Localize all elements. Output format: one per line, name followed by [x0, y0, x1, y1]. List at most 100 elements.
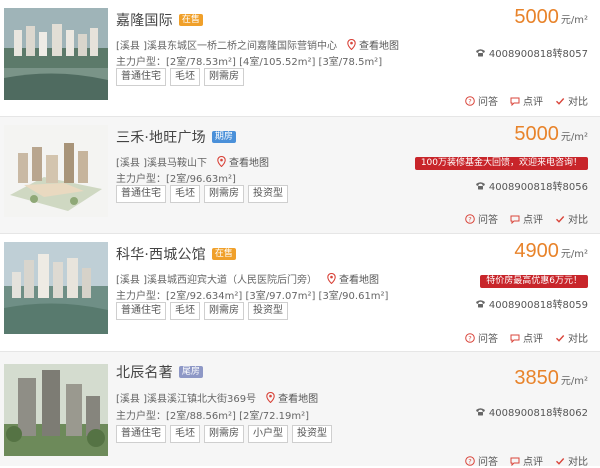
question-icon: ? [465, 213, 475, 224]
view-map-label: 查看地图 [338, 275, 379, 286]
listing-card: 北辰名著 尾房 [溪县 ]溪县溪江镇北大街369号 查看地图 主力户型：[2室/… [0, 352, 600, 468]
compare-button[interactable]: 对比 [555, 211, 588, 226]
tag: 小户型 [248, 425, 288, 443]
tag: 普通住宅 [116, 302, 166, 320]
price-value: 5000 [514, 123, 559, 145]
compare-button[interactable]: 对比 [555, 93, 588, 108]
ask-button[interactable]: ? 问答 [465, 330, 498, 345]
property-address: [溪县 ]溪县马鞍山下 [116, 158, 207, 169]
main-unit-types: 主力户型：[2室/96.63m²] [116, 174, 236, 185]
check-icon [556, 215, 565, 223]
property-photo[interactable] [4, 242, 108, 334]
map-pin-icon [217, 156, 226, 167]
ask-button[interactable]: ? 问答 [465, 211, 498, 226]
property-address: [溪县 ]溪县城西迎宾大道（人民医院后门旁） [116, 275, 317, 286]
view-map-link[interactable]: 查看地图 [347, 37, 399, 52]
phone-contact[interactable]: 4008900818转8059 [475, 296, 588, 311]
property-address: [溪县 ]溪县东城区一桥二桥之间嘉隆国际营销中心 [116, 41, 337, 52]
status-badge: 尾房 [178, 366, 203, 378]
phone-contact[interactable]: 4008900818转8056 [475, 178, 588, 193]
review-button[interactable]: 点评 [510, 330, 543, 345]
ask-label: 问答 [478, 97, 498, 108]
phone-icon [475, 300, 485, 308]
tag: 毛坯 [170, 68, 200, 86]
main-unit-types: 主力户型：[2室/92.634m²] [3室/97.07m²] [3室/90.6… [116, 291, 389, 302]
question-icon: ? [465, 332, 475, 343]
ask-button[interactable]: ? 问答 [465, 93, 498, 108]
phone-number: 4008900818转8056 [488, 182, 588, 193]
promo-banner[interactable]: 100万装修基金大回馈，欢迎来电咨询！ [414, 157, 588, 170]
view-map-link[interactable]: 查看地图 [217, 154, 269, 169]
compare-label: 对比 [568, 215, 588, 226]
price-unit: 元/m² [560, 15, 588, 26]
review-button[interactable]: 点评 [510, 211, 543, 226]
price-value: 4900 [514, 240, 559, 262]
main-unit-types: 主力户型：[2室/78.53m²] [4室/105.52m²] [3室/78.5… [116, 57, 383, 68]
phone-icon [475, 49, 485, 57]
tag: 普通住宅 [116, 425, 166, 443]
phone-contact[interactable]: 4008900818转8057 [475, 45, 588, 60]
price-unit: 元/m² [560, 249, 588, 260]
tag: 投资型 [292, 425, 332, 443]
listing-card: 嘉隆国际 在售 [溪县 ]溪县东城区一桥二桥之间嘉隆国际营销中心 查看地图 主力… [0, 0, 600, 116]
svg-text:?: ? [468, 457, 471, 465]
compare-label: 对比 [568, 334, 588, 345]
phone-icon [475, 408, 485, 416]
listing-card: 科华·西城公馆 在售 [溪县 ]溪县城西迎宾大道（人民医院后门旁） 查看地图 主… [0, 234, 600, 350]
review-label: 点评 [523, 215, 543, 226]
listing-card: 三禾·地旺广场 期房 [溪县 ]溪县马鞍山下 查看地图 主力户型：[2室/96.… [0, 117, 600, 233]
check-icon [556, 97, 565, 105]
property-title[interactable]: 三禾·地旺广场 [116, 127, 206, 147]
tag: 普通住宅 [116, 68, 166, 86]
tag: 刚需房 [204, 68, 244, 86]
tag: 毛坯 [170, 425, 200, 443]
review-button[interactable]: 点评 [510, 93, 543, 108]
tag-list: 普通住宅 毛坯 刚需房 小户型 投资型 [116, 425, 332, 443]
promo-banner[interactable]: 特价房最高优惠6万元！ [480, 275, 588, 288]
compare-label: 对比 [568, 97, 588, 108]
tag: 刚需房 [204, 302, 244, 320]
svg-text:?: ? [468, 215, 471, 223]
tag: 刚需房 [204, 425, 244, 443]
phone-number: 4008900818转8059 [488, 300, 588, 311]
ask-label: 问答 [478, 334, 498, 345]
tag: 普通住宅 [116, 185, 166, 203]
property-title[interactable]: 科华·西城公馆 [116, 244, 206, 264]
view-map-label: 查看地图 [228, 158, 269, 169]
comment-icon [510, 97, 520, 106]
status-badge: 期房 [211, 131, 236, 143]
tag: 毛坯 [170, 185, 200, 203]
question-icon: ? [465, 95, 475, 106]
compare-button[interactable]: 对比 [555, 330, 588, 345]
tag-list: 普通住宅 毛坯 刚需房 [116, 68, 244, 86]
check-icon [556, 457, 565, 465]
tag: 投资型 [248, 185, 288, 203]
property-photo[interactable] [4, 125, 108, 217]
property-photo[interactable] [4, 364, 108, 456]
property-title[interactable]: 嘉隆国际 [116, 10, 173, 30]
ask-label: 问答 [478, 215, 498, 226]
map-pin-icon [327, 273, 336, 284]
price-value: 5000 [514, 6, 559, 28]
review-label: 点评 [523, 334, 543, 345]
main-unit-types: 主力户型：[2室/88.56m²] [2室/72.19m²] [116, 411, 310, 422]
view-map-label: 查看地图 [278, 394, 319, 405]
price-value: 3850 [514, 367, 559, 389]
tag: 毛坯 [170, 302, 200, 320]
question-icon: ? [465, 455, 475, 466]
map-pin-icon [266, 392, 275, 403]
view-map-link[interactable]: 查看地图 [266, 390, 318, 405]
view-map-link[interactable]: 查看地图 [327, 271, 379, 286]
comment-icon [510, 215, 520, 224]
property-title[interactable]: 北辰名著 [116, 362, 173, 382]
phone-contact[interactable]: 4008900818转8062 [475, 404, 588, 419]
review-label: 点评 [523, 97, 543, 108]
view-map-label: 查看地图 [358, 41, 399, 52]
property-photo[interactable] [4, 8, 108, 100]
tag: 刚需房 [204, 185, 244, 203]
svg-text:?: ? [468, 97, 471, 105]
comment-icon [510, 334, 520, 343]
map-pin-icon [347, 39, 356, 50]
status-badge: 在售 [178, 14, 203, 26]
phone-number: 4008900818转8057 [488, 49, 588, 60]
